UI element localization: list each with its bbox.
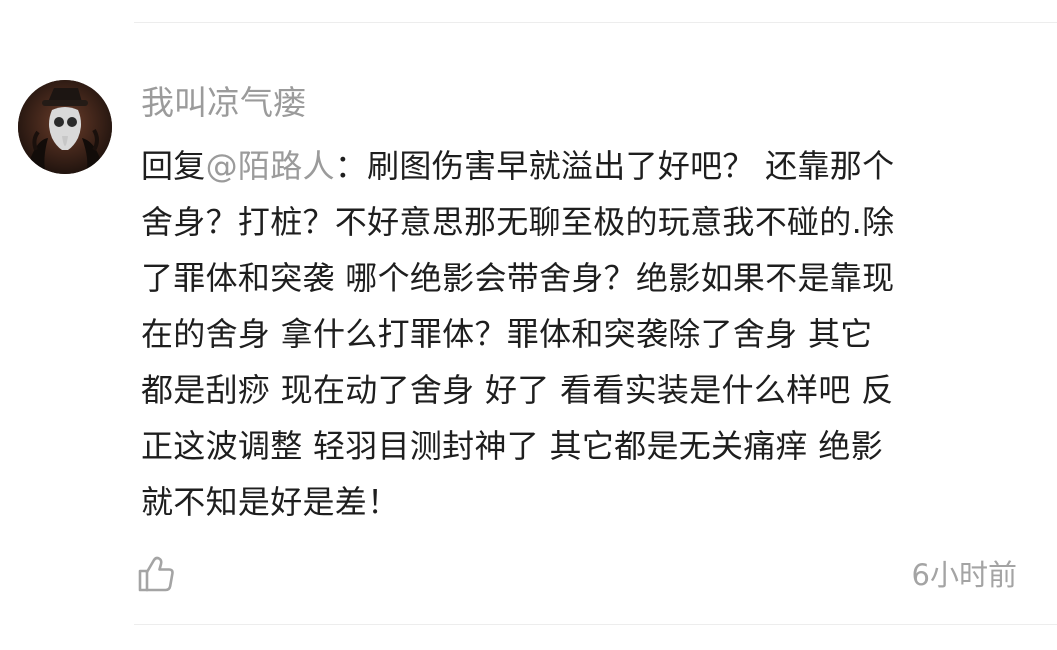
bottom-divider bbox=[134, 624, 1057, 625]
thumbs-up-icon bbox=[138, 556, 174, 592]
avatar[interactable] bbox=[18, 80, 112, 174]
comment-line: 就不知是好是差！ bbox=[141, 483, 400, 521]
comment-timestamp: 6小时前 bbox=[911, 558, 1017, 592]
like-button[interactable] bbox=[136, 554, 176, 594]
comment-line: 舍身？打桩？不好意思那无聊至极的玩意我不碰的.除 bbox=[141, 203, 895, 241]
comment-line: 了罪体和突袭 哪个绝影会带舍身？绝影如果不是靠现 bbox=[141, 259, 895, 297]
comment-line: 都是刮痧 现在动了舍身 好了 看看实装是什么样吧 反 bbox=[141, 371, 894, 409]
top-divider bbox=[134, 22, 1057, 23]
comment-body: 回复@陌路人：刷图伤害早就溢出了好吧？ 还靠那个 舍身？打桩？不好意思那无聊至极… bbox=[141, 138, 1021, 530]
comment-author[interactable]: 我叫凉气瘘 bbox=[141, 82, 306, 124]
mention-link[interactable]: @陌路人 bbox=[206, 147, 335, 185]
comment-page: 我叫凉气瘘 回复@陌路人：刷图伤害早就溢出了好吧？ 还靠那个 舍身？打桩？不好意… bbox=[0, 0, 1057, 650]
comment-line-text: ：刷图伤害早就溢出了好吧？ 还靠那个 bbox=[334, 147, 895, 185]
comment-line: 在的舍身 拿什么打罪体？罪体和突袭除了舍身 其它 bbox=[141, 315, 873, 353]
avatar-image bbox=[18, 80, 112, 174]
comment-line: 正这波调整 轻羽目测封神了 其它都是无关痛痒 绝影 bbox=[141, 427, 884, 465]
comment-line: 回复@陌路人：刷图伤害早就溢出了好吧？ 还靠那个 bbox=[141, 138, 1021, 194]
reply-prefix: 回复 bbox=[141, 147, 206, 185]
